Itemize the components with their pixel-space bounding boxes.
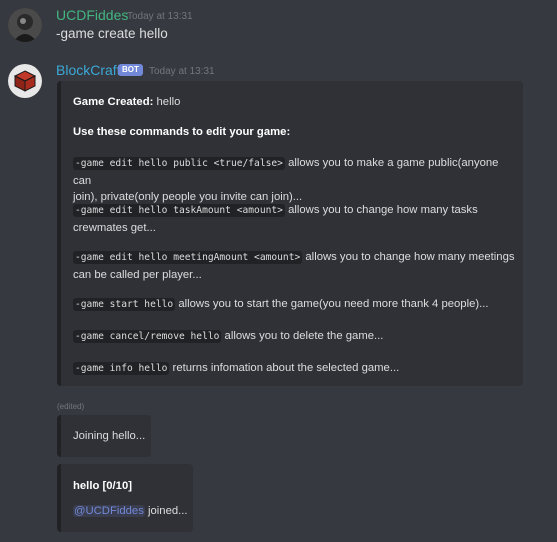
- command-code: -game info hello: [73, 362, 170, 375]
- user-avatar-icon: [8, 8, 42, 42]
- avatar[interactable]: [8, 64, 42, 98]
- avatar[interactable]: [8, 8, 42, 42]
- edited-label: (edited): [57, 402, 85, 411]
- author-name[interactable]: UCDFiddes: [56, 7, 128, 23]
- lobby-title-text: hello [0/10]: [73, 480, 133, 492]
- command-info: -game info hello returns infomation abou…: [73, 360, 519, 378]
- command-desc: allows you to change how many meetings: [302, 251, 515, 263]
- timestamp: Today at 13:31: [127, 11, 193, 22]
- lobby-title: hello [0/10]: [73, 478, 132, 495]
- message-ucdfiddes: UCDFiddes Today at 13:31 -game create he…: [0, 0, 557, 55]
- command-code: -game edit hello taskAmount <amount>: [73, 204, 285, 217]
- command-desc-cont: crewmates get...: [73, 221, 156, 234]
- author-name[interactable]: BlockCraft: [56, 62, 121, 78]
- command-desc: allows you to change how many tasks: [284, 204, 478, 216]
- command-code: -game cancel/remove hello: [73, 330, 222, 343]
- joining-embed: Joining hello...: [57, 415, 151, 457]
- command-taskamount: -game edit hello taskAmount <amount> all…: [73, 202, 519, 236]
- bot-badge: BOT: [118, 64, 143, 76]
- game-created-embed: Game Created: hello Use these commands t…: [57, 81, 523, 386]
- joined-text: joined...: [144, 505, 188, 517]
- command-meetingamount: -game edit hello meetingAmount <amount> …: [73, 249, 519, 283]
- command-public: -game edit hello public <true/false> all…: [73, 155, 519, 206]
- command-code: -game edit hello public <true/false>: [73, 157, 285, 170]
- user-mention[interactable]: @UCDFiddes: [73, 505, 145, 517]
- command-desc: returns infomation about the selected ga…: [169, 362, 400, 374]
- lobby-joined-line: @UCDFiddes joined...: [73, 503, 188, 520]
- command-code: -game edit hello meetingAmount <amount>: [73, 251, 303, 264]
- command-desc: allows you to delete the game...: [221, 330, 384, 342]
- commands-heading: Use these commands to edit your game:: [73, 126, 291, 138]
- command-desc-cont: can be called per player...: [73, 268, 202, 281]
- command-code: -game start hello: [73, 298, 176, 311]
- message-text: -game create hello: [56, 26, 168, 41]
- embed-heading: Use these commands to edit your game:: [73, 124, 290, 141]
- created-label: Game Created:: [73, 96, 154, 108]
- command-cancel: -game cancel/remove hello allows you to …: [73, 328, 519, 346]
- embed-created-line: Game Created: hello: [73, 94, 180, 111]
- joining-text: Joining hello...: [73, 430, 146, 442]
- command-desc: allows you to start the game(you need mo…: [175, 298, 489, 310]
- lobby-embed: hello [0/10] @UCDFiddes joined...: [57, 464, 193, 532]
- bot-avatar-icon: [8, 64, 42, 98]
- command-start: -game start hello allows you to start th…: [73, 296, 519, 314]
- timestamp: Today at 13:31: [149, 66, 215, 77]
- message-blockcraft: BlockCraft BOT Today at 13:31 Game Creat…: [0, 56, 557, 542]
- created-value: hello: [156, 96, 181, 108]
